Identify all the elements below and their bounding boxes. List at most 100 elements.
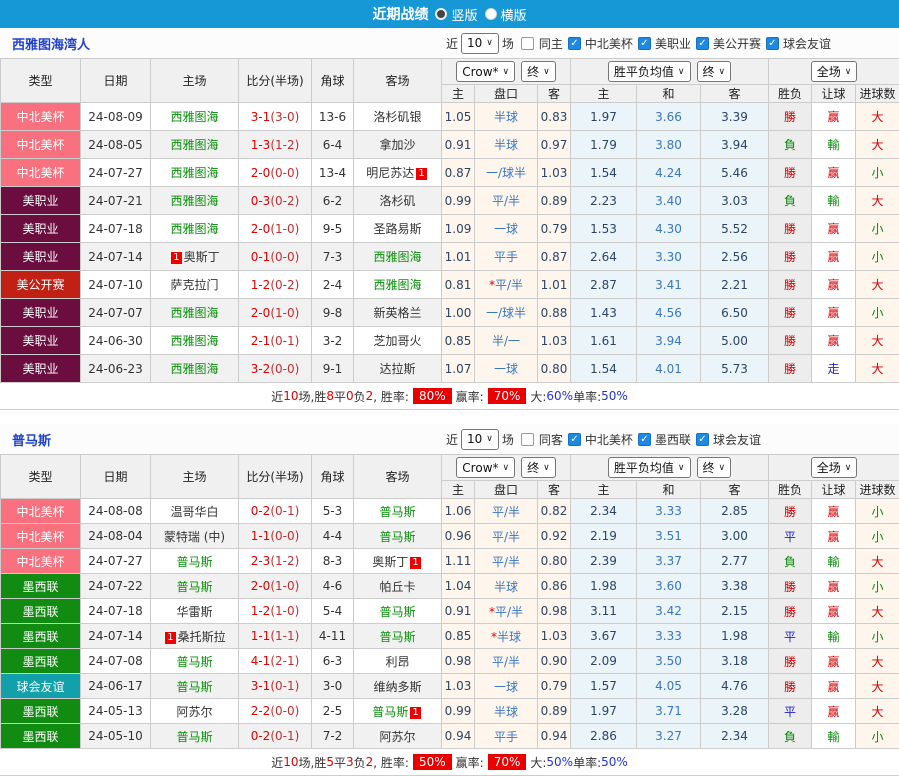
result-wdl: 負 [769, 724, 812, 749]
odds-value: 0.80 [541, 554, 568, 568]
handicap-odds-home: 1.00 [442, 299, 475, 327]
halftime-score: (1-2) [270, 138, 299, 152]
halftime-score: (1-2) [270, 554, 299, 568]
away-team-label: 普马斯 [379, 605, 415, 619]
handicap-odds-away: 0.88 [538, 299, 571, 327]
odds-stage-select[interactable]: 终∨ [521, 457, 556, 478]
home-team: 普马斯 [151, 549, 239, 574]
match-score: 1-3(1-2) [239, 131, 312, 159]
match-score: 2-1(0-1) [239, 327, 312, 355]
halftime-score: (1-0) [270, 222, 299, 236]
odds-value: 5.00 [721, 334, 748, 348]
odds-value: 0.86 [541, 579, 568, 593]
away-team-label: 普马斯 [379, 505, 415, 519]
away-team-label: 奥斯丁 [372, 555, 408, 569]
home-team: 蒙特瑞 (中) [151, 524, 239, 549]
result-label: 大 [872, 138, 884, 152]
fulltime-score: 3-1 [251, 679, 271, 693]
corner-score: 9-1 [312, 355, 354, 383]
bookmaker-select[interactable]: Crow*∨ [456, 61, 515, 82]
summary-text: 8 [326, 389, 334, 403]
recent-count-select[interactable]: 10∨ [461, 429, 499, 450]
result-goals: 小 [856, 724, 899, 749]
away-team-label: 明尼苏达 [366, 166, 414, 180]
match-period-select[interactable]: 全场∨ [811, 61, 858, 82]
home-team-label: 阿苏尔 [176, 705, 212, 719]
handicap-line-label: 平/半 [492, 194, 520, 208]
league-checkbox[interactable]: ✓ [696, 433, 709, 446]
avg-home-odds: 2.64 [571, 243, 637, 271]
handicap-line-label: 半/一 [492, 334, 520, 348]
result-handicap: 赢 [812, 215, 856, 243]
league-checkbox[interactable]: ✓ [638, 433, 651, 446]
home-team: 阿苏尔 [151, 699, 239, 724]
corner-score: 13-4 [312, 159, 354, 187]
result-label: 輸 [828, 194, 840, 208]
sub-column-header: 进球数 [856, 85, 899, 103]
fulltime-score: 0-1 [251, 250, 271, 264]
league-checkbox[interactable]: ✓ [696, 37, 709, 50]
summary-text: 赢率: [456, 754, 484, 771]
bookmaker-select[interactable]: Crow*∨ [456, 457, 515, 478]
away-team-label: 西雅图海 [373, 250, 421, 264]
league-checkbox[interactable]: ✓ [568, 433, 581, 446]
summary-text: 单率: [573, 754, 601, 771]
corner-score: 3-2 [312, 327, 354, 355]
radio-selected-icon[interactable] [435, 8, 447, 20]
layout-radio-vertical[interactable]: 竖版 [435, 5, 477, 24]
same-venue-checkbox[interactable] [521, 37, 534, 50]
result-handicap: 赢 [812, 243, 856, 271]
league-checkbox[interactable]: ✓ [766, 37, 779, 50]
match-date: 24-07-08 [81, 649, 151, 674]
away-team: 拿加沙 [354, 131, 442, 159]
result-label: 勝 [784, 306, 796, 320]
odds-value: 2.39 [590, 554, 617, 568]
league-checkbox[interactable]: ✓ [568, 37, 581, 50]
result-label: 輸 [828, 138, 840, 152]
home-team-label: 华雷斯 [176, 605, 212, 619]
handicap-odds-home: 0.99 [442, 699, 475, 724]
avg-odds-select[interactable]: 胜平负均值∨ [608, 457, 691, 478]
away-team: 普马斯 [354, 499, 442, 524]
layout-radio-horizontal[interactable]: 横版 [485, 5, 527, 24]
odds-value: 0.87 [541, 250, 568, 264]
fulltime-score: 1-1 [251, 529, 271, 543]
filter-controls: 近10∨场同主✓中北美杯✓美职业✓美公开赛✓球会友谊 [446, 28, 831, 58]
recent-count-select[interactable]: 10∨ [461, 33, 499, 54]
summary-text: 10 [283, 389, 298, 403]
halftime-score: (1-0) [270, 306, 299, 320]
handicap-line: 平/半 [475, 524, 538, 549]
same-venue-checkbox[interactable] [521, 433, 534, 446]
match-row: 球会友谊24-06-17普马斯3-1(0-1)3-0维纳多斯1.03一球0.79… [1, 674, 899, 699]
result-goals: 大 [856, 355, 899, 383]
odds-value: 1.03 [445, 679, 472, 693]
league-badge: 美职业 [1, 355, 81, 383]
avg-away-odds: 2.56 [701, 243, 769, 271]
avg-home-odds: 1.97 [571, 699, 637, 724]
home-team: 普马斯 [151, 724, 239, 749]
fulltime-score: 1-2 [251, 278, 271, 292]
avg-odds-select[interactable]: 胜平负均值∨ [608, 61, 691, 82]
result-wdl: 勝 [769, 574, 812, 599]
league-badge: 中北美杯 [1, 159, 81, 187]
result-handicap: 赢 [812, 599, 856, 624]
match-row: 中北美杯24-08-09西雅图海3-1(3-0)13-6洛杉矶银1.05半球0.… [1, 103, 899, 131]
match-period-select[interactable]: 全场∨ [811, 457, 858, 478]
odds-value: 1.07 [445, 362, 472, 376]
match-date: 24-07-14 [81, 243, 151, 271]
odds-stage-select[interactable]: 终∨ [521, 61, 556, 82]
result-label: 小 [872, 630, 884, 644]
summary-text: 10 [283, 755, 298, 769]
chevron-down-icon: ∨ [845, 67, 852, 77]
odds-value: 2.77 [721, 554, 748, 568]
home-team: 普马斯 [151, 649, 239, 674]
result-label: 大 [872, 655, 884, 669]
radio-unselected-icon[interactable] [485, 8, 497, 20]
odds-stage-select[interactable]: 终∨ [697, 61, 732, 82]
league-checkbox[interactable]: ✓ [638, 37, 651, 50]
match-score: 3-2(0-0) [239, 355, 312, 383]
odds-stage-select[interactable]: 终∨ [697, 457, 732, 478]
home-team-label: 温哥华白 [170, 505, 218, 519]
summary-text: 场,胜 [299, 754, 327, 771]
odds-value: 2.09 [590, 654, 617, 668]
